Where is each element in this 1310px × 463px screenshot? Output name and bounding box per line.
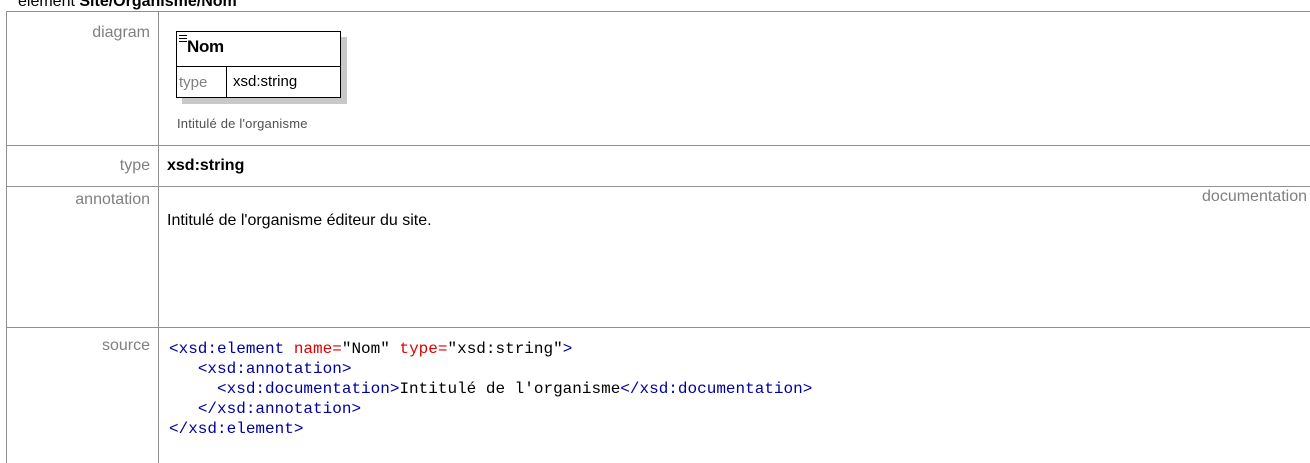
- annotation-row: annotation documentation Intitulé de l'o…: [7, 187, 1310, 328]
- annotation-label-cell: annotation: [7, 187, 159, 328]
- source-attr-name: name=: [294, 340, 342, 358]
- source-line3-open: <xsd:documentation>: [217, 380, 399, 398]
- type-label-cell: type: [7, 146, 159, 187]
- source-line1-close: >: [563, 340, 573, 358]
- element-doc-table: diagram Nom type xsd:string Intitulé de …: [6, 11, 1310, 463]
- diagram-element-box: Nom type xsd:string: [176, 31, 341, 98]
- element-lines-icon: [179, 35, 187, 44]
- diagram-type-row: type xsd:string: [177, 67, 340, 98]
- diagram-caption: Intitulé de l'organisme: [177, 116, 308, 131]
- source-line2: <xsd:annotation>: [198, 360, 352, 378]
- heading-prefix: element: [18, 0, 79, 10]
- diagram-cell: Nom type xsd:string Intitulé de l'organi…: [159, 12, 1310, 146]
- type-value-cell: xsd:string: [159, 146, 1310, 187]
- source-val-name: "Nom": [342, 340, 390, 358]
- source-row: source <xsd:element name="Nom" type="xsd…: [7, 328, 1310, 463]
- source-line1-open: <xsd:element: [169, 340, 284, 358]
- diagram-label: diagram: [92, 12, 158, 42]
- page-heading: element Site/Organisme/Nom: [18, 0, 237, 11]
- annotation-label: annotation: [75, 187, 158, 209]
- type-value: xsd:string: [159, 146, 1310, 175]
- source-attr-type: type=: [399, 340, 447, 358]
- annotation-cell: documentation Intitulé de l'organisme éd…: [159, 187, 1310, 328]
- diagram-element-name: Nom: [187, 37, 224, 57]
- source-label: source: [102, 328, 158, 355]
- source-line4: </xsd:annotation>: [198, 400, 361, 418]
- diagram-label-cell: diagram: [7, 12, 159, 146]
- source-val-type: "xsd:string": [447, 340, 562, 358]
- diagram-title-row: Nom: [177, 32, 340, 67]
- element-diagram: Nom type xsd:string: [176, 31, 342, 99]
- documentation-text: Intitulé de l'organisme éditeur du site.: [167, 212, 432, 230]
- source-code: <xsd:element name="Nom" type="xsd:string…: [159, 328, 1310, 439]
- source-line3-text: Intitulé de l'organisme: [399, 380, 620, 398]
- source-label-cell: source: [7, 328, 159, 463]
- type-label: type: [120, 146, 158, 175]
- heading-path: Site/Organisme/Nom: [79, 0, 236, 10]
- source-cell: <xsd:element name="Nom" type="xsd:string…: [159, 328, 1310, 463]
- documentation-tag: documentation: [1202, 188, 1307, 206]
- source-line5: </xsd:element>: [169, 420, 303, 438]
- type-row: type xsd:string: [7, 146, 1310, 187]
- source-line3-close: </xsd:documentation>: [620, 380, 812, 398]
- diagram-type-value: xsd:string: [227, 67, 297, 98]
- diagram-type-label: type: [177, 67, 227, 98]
- diagram-row: diagram Nom type xsd:string Intitulé de …: [7, 12, 1310, 146]
